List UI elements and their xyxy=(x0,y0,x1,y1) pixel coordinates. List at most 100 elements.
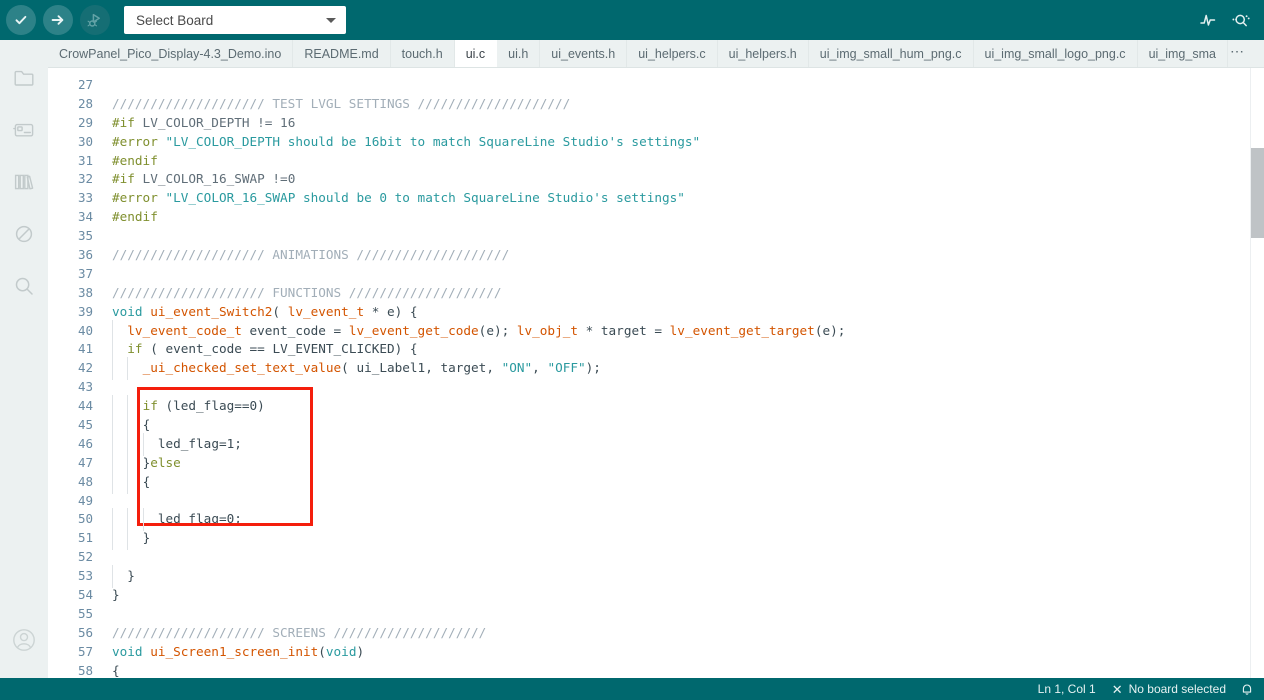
notifications-button[interactable] xyxy=(1240,682,1254,696)
waveform-icon xyxy=(1200,14,1216,26)
cursor-position: Ln 1, Col 1 xyxy=(1038,682,1096,696)
line-number: 38 xyxy=(77,284,93,300)
code-line: led_flag=1; xyxy=(112,432,1264,456)
code-editor[interactable]: 27 28 29 30 31 32 33 34 35 36 37 38 39 40 41 42 43 44 45 46… xyxy=(48,68,1264,678)
editor-tabbar: CrowPanel_Pico_Display-4.3_Demo.ino READM… xyxy=(48,40,1264,68)
activity-sidebar xyxy=(0,40,48,678)
editor-scrollbar[interactable] xyxy=(1250,68,1264,678)
board-selector-value: Select Board xyxy=(136,12,214,28)
line-number: 44 xyxy=(77,398,93,414)
line-number: 37 xyxy=(77,265,93,281)
board-selector[interactable]: Select Board xyxy=(124,6,346,34)
code-line: led_flag=0; xyxy=(112,508,1264,532)
code-line: //////////////////// FUNCTIONS /////////… xyxy=(112,284,502,300)
editor-tab[interactable]: ui.c xyxy=(454,40,498,67)
debug-button[interactable] xyxy=(80,5,110,35)
arrow-right-icon xyxy=(51,15,64,25)
code-line: //////////////////// TEST LVGL SETTINGS … xyxy=(112,95,571,111)
sidebar-item-boards-manager[interactable] xyxy=(0,104,48,156)
line-number: 56 xyxy=(77,624,93,640)
editor-tab[interactable]: CrowPanel_Pico_Display-4.3_Demo.ino xyxy=(48,40,294,67)
line-number: 40 xyxy=(77,322,93,338)
line-number: 45 xyxy=(77,417,93,433)
editor-tab[interactable]: ui_img_small_hum_png.c xyxy=(808,40,974,67)
upload-button[interactable] xyxy=(43,5,73,35)
main-toolbar: Select Board xyxy=(0,0,1264,40)
editor-tab[interactable]: ui.h xyxy=(497,40,541,67)
serial-monitor-icon xyxy=(1232,14,1250,27)
code-line: void ui_Screen1_screen_init(void) xyxy=(112,643,365,659)
library-icon xyxy=(14,174,34,190)
chevron-down-icon xyxy=(326,17,336,23)
code-line: #error "LV_COLOR_DEPTH should be 16bit t… xyxy=(112,133,701,149)
code-line: if (led_flag==0) xyxy=(112,395,1264,418)
status-bar: Ln 1, Col 1 ✕ No board selected xyxy=(0,678,1264,700)
sidebar-item-search[interactable] xyxy=(0,260,48,312)
code-line: _ui_checked_set_text_value( ui_Label1, t… xyxy=(112,357,1264,381)
editor-scrollbar-thumb[interactable] xyxy=(1251,148,1264,238)
folder-icon xyxy=(14,70,34,86)
line-number: 29 xyxy=(77,114,93,130)
board-status[interactable]: ✕ No board selected xyxy=(1112,682,1226,696)
code-content[interactable]: //////////////////// TEST LVGL SETTINGS … xyxy=(104,68,1264,678)
editor-column: CrowPanel_Pico_Display-4.3_Demo.ino READM… xyxy=(48,40,1264,678)
cursor-position-label: Ln 1, Col 1 xyxy=(1037,682,1096,696)
line-number: 28 xyxy=(77,95,93,111)
line-number: 51 xyxy=(77,530,93,546)
board-icon xyxy=(13,123,34,137)
line-number: 46 xyxy=(77,435,93,451)
editor-tab[interactable]: README.md xyxy=(293,40,391,67)
line-number: 39 xyxy=(77,303,93,319)
bell-icon xyxy=(1242,684,1252,695)
editor-tab[interactable]: touch.h xyxy=(390,40,455,67)
line-number: 30 xyxy=(77,133,93,149)
code-line: lv_event_code_t event_code = lv_event_ge… xyxy=(112,319,1264,343)
line-number: 53 xyxy=(77,568,93,584)
editor-tab[interactable]: ui_helpers.h xyxy=(717,40,809,67)
sidebar-item-debug[interactable] xyxy=(0,208,48,260)
code-line: #endif xyxy=(112,152,158,168)
code-line: #endif xyxy=(112,209,158,225)
line-number: 52 xyxy=(77,549,93,565)
sidebar-item-account[interactable] xyxy=(0,614,48,666)
arduino-ide-window: Select Board CrowPanel_Pico_Display-4.3_… xyxy=(0,0,1264,700)
editor-tab[interactable]: ui_events.h xyxy=(540,40,628,67)
line-number: 55 xyxy=(77,605,93,621)
code-line: } xyxy=(112,565,1264,588)
code-line: #if LV_COLOR_DEPTH != 16 xyxy=(112,114,296,130)
code-line: //////////////////// SCREENS ///////////… xyxy=(112,624,487,640)
serial-monitor-button[interactable] xyxy=(1224,4,1256,36)
sidebar-item-sketchbook[interactable] xyxy=(0,52,48,104)
line-number: 41 xyxy=(77,341,93,357)
line-number: 50 xyxy=(77,511,93,527)
serial-plotter-button[interactable] xyxy=(1192,4,1224,36)
line-number: 32 xyxy=(77,171,93,187)
line-number: 47 xyxy=(77,454,93,470)
line-number: 42 xyxy=(77,360,93,376)
line-number: 58 xyxy=(77,662,93,678)
editor-tab[interactable]: ui_img_small_logo_png.c xyxy=(973,40,1138,67)
code-line: void ui_event_Switch2( lv_event_t * e) { xyxy=(112,303,418,319)
workbench-body: CrowPanel_Pico_Display-4.3_Demo.ino READM… xyxy=(0,40,1264,678)
search-icon xyxy=(15,277,33,295)
sidebar-item-library-manager[interactable] xyxy=(0,156,48,208)
code-line: //////////////////// ANIMATIONS ////////… xyxy=(112,247,510,263)
board-status-label: No board selected xyxy=(1128,682,1226,696)
line-number: 33 xyxy=(77,190,93,206)
editor-tab[interactable]: ui_helpers.c xyxy=(627,40,718,67)
code-line: { xyxy=(112,470,1264,494)
account-icon xyxy=(13,629,35,651)
code-line: { xyxy=(112,662,120,678)
debug-play-bug-icon xyxy=(87,13,100,27)
verify-button[interactable] xyxy=(6,5,36,35)
tabbar-overflow-button[interactable]: ⋯ xyxy=(1227,40,1253,67)
line-number: 48 xyxy=(77,473,93,489)
code-line: if ( event_code == LV_EVENT_CLICKED) { xyxy=(112,338,1264,362)
editor-tab[interactable]: ui_img_sma xyxy=(1137,40,1228,67)
